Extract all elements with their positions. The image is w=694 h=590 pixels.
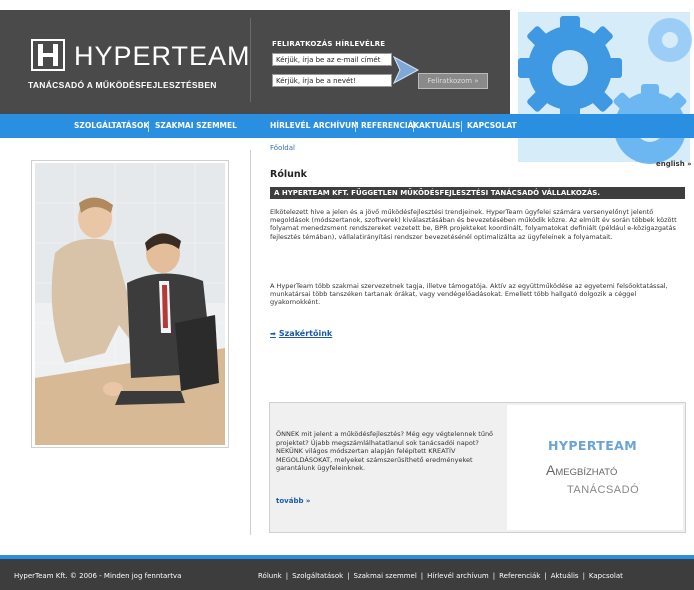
footer-separator: | [347,572,350,580]
nav-item-aktualis[interactable]: AKTUÁLIS [419,121,460,130]
footer-separator: | [420,572,424,580]
footer-separator: | [582,572,585,580]
membership-paragraph: A HyperTeam több szakmai szervezetnek ta… [270,282,668,307]
page-title: Rólunk [270,169,307,180]
footer-separator: | [544,572,547,580]
promo-brand: HYPERTEAM [548,438,638,453]
subscribe-button[interactable]: Feliratkozom » [418,73,488,89]
footer-separator: | [492,572,496,580]
promo-slogan-line2: TANÁCSADÓ [567,484,640,496]
footer-link-aktualis[interactable]: Aktuális [551,572,579,580]
site-logo[interactable]: HYPERTEAM TANÁCSADÓ A MŰKÖDÉSFEJLESZTÉSB… [28,35,250,95]
promo-more-link[interactable]: tovább » [276,497,310,505]
promo-slogan-line1: AMEGBÍZHATÓ [546,462,617,478]
footer-link-hirlevel-archivum[interactable]: Hírlevél archívum [427,572,489,580]
double-arrow-icon: ➡ [270,330,276,338]
top-strip [0,0,694,10]
promo-text: ÖNNEK mit jelent a működésfejlesztés? Mé… [276,430,494,473]
footer-links: Rólunk | Szolgáltatások | Szakmai szemmel | Hí… [258,572,623,580]
footer-link-szakmai-szemmel[interactable]: Szakmai szemmel [354,572,417,580]
page: HYPERTEAM TANÁCSADÓ A MŰKÖDÉSFEJLESZTÉSB… [0,0,694,590]
nav-separator [461,121,462,132]
experts-link-label: Szakértőink [278,329,333,338]
logo-mark-icon [31,39,65,71]
logo-text: HYPERTEAM [74,41,251,71]
english-link[interactable]: english » [656,160,692,168]
nav-item-szakmai-szemmel[interactable]: SZAKMAI SZEMMEL [155,121,237,130]
nav-item-hirlevel-archivum[interactable]: HÍRLEVÉL ARCHÍVUM [270,121,359,130]
breadcrumb[interactable]: Főoldal [270,144,295,152]
nav-separator [413,121,414,132]
gears-image [510,10,694,164]
copyright-text: HyperTeam Kft. © 2006 - Minden jog fennt… [14,572,182,580]
nav-separator [355,121,356,132]
intro-banner: A HYPERTEAM KFT. FÜGGETLEN MŰKÖDÉSFEJLES… [270,187,685,199]
footer-link-rolunk[interactable]: Rólunk [258,572,282,580]
footer-link-szolgaltatasok[interactable]: Szolgáltatások [292,572,343,580]
newsletter-title: FELIRATKOZÁS HÍRLEVÉLRE [272,40,386,48]
footer-link-kapcsolat[interactable]: Kapcsolat [589,572,623,580]
nav-item-referenciak[interactable]: REFERENCIÁK [361,121,419,130]
nav-item-szolgaltatasok[interactable]: SZOLGÁLTATÁSOK [74,121,149,130]
nav-separator [148,121,149,132]
footer-link-referenciak[interactable]: Referenciák [499,572,540,580]
team-photo [35,163,225,445]
intro-paragraph: Elkötelezett híve a jelen és a jövő műkö… [270,208,677,241]
footer-separator: | [285,572,289,580]
name-field[interactable]: Kérjük, írja be a nevét! [272,74,392,87]
slogan-rest: MEGBÍZHATÓ [555,467,618,478]
experts-link[interactable]: ➡ Szakértőink [270,329,332,338]
main-nav: SZOLGÁLTATÁSOK SZAKMAI SZEMMEL HÍRLEVÉL … [0,114,694,138]
column-divider [250,150,251,535]
logo-subtitle: TANÁCSADÓ A MŰKÖDÉSFEJLESZTÉSBEN [28,80,217,90]
email-field[interactable]: Kérjük, írja be az e-mail címét [272,53,392,66]
slogan-initial: A [546,462,556,478]
header-divider [250,18,251,102]
nav-item-kapcsolat[interactable]: KAPCSOLAT [467,121,517,130]
